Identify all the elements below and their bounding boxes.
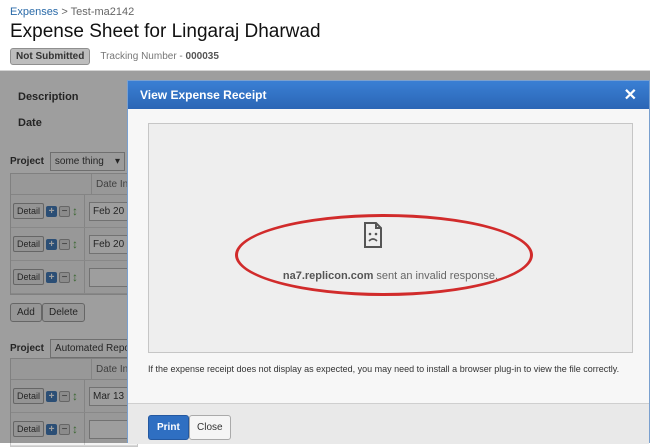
breadcrumb-separator: >	[58, 6, 71, 18]
close-icon[interactable]: ✕	[624, 85, 637, 105]
plugin-note: If the expense receipt does not display …	[148, 364, 620, 374]
breadcrumb-current: Test-ma2142	[70, 6, 135, 18]
receipt-viewer: na7.replicon.com sent an invalid respons…	[148, 123, 633, 353]
breadcrumb-expenses-link[interactable]: Expenses	[10, 6, 58, 18]
tracking-value: 000035	[185, 51, 219, 62]
status-badge: Not Submitted	[10, 48, 91, 65]
print-button[interactable]: Print	[148, 415, 189, 440]
breadcrumb: Expenses > Test-ma2142	[10, 6, 134, 18]
page-title: Expense Sheet for Lingaraj Dharwad	[10, 21, 321, 42]
modal-header: View Expense Receipt ✕	[128, 81, 649, 109]
tracking-number: Tracking Number - 000035	[100, 51, 219, 62]
status-row: Not Submitted Tracking Number - 000035	[10, 48, 219, 65]
modal-title: View Expense Receipt	[140, 88, 267, 102]
annotation-ellipse	[235, 214, 533, 296]
close-button[interactable]: Close	[189, 415, 231, 440]
view-receipt-modal: View Expense Receipt ✕ na7.replicon.com …	[127, 80, 650, 444]
tracking-label: Tracking Number -	[100, 51, 186, 62]
